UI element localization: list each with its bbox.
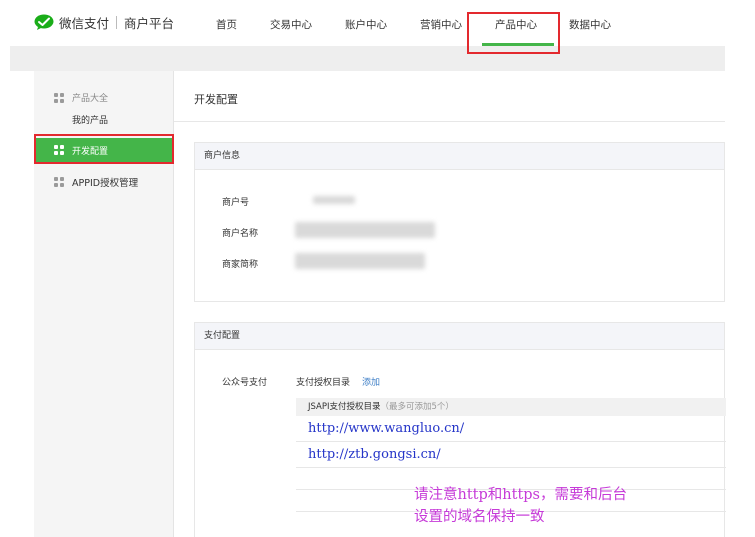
sidebar-item-appid-auth[interactable]: APPID授权管理 — [54, 175, 138, 189]
sidebar-item-dev-config[interactable]: 开发配置 — [34, 138, 174, 162]
nav-item-home[interactable]: 首页 — [216, 17, 237, 32]
brand-divider — [116, 15, 118, 29]
top-bar: 微信支付 商户平台 首页 交易中心 账户中心 营销中心 产品中心 数据中心 — [0, 0, 755, 46]
brand-logo[interactable]: 微信支付 商户平台 — [34, 12, 174, 32]
auth-dir-url: http://ztb.gongsi.cn/ — [308, 447, 441, 462]
title-divider — [174, 121, 725, 122]
panel-header: 商户信息 — [195, 143, 724, 170]
auth-dir-table-header: JSAPI支付授权目录（最多可添加5个） — [296, 398, 726, 416]
grid-icon — [54, 145, 64, 155]
redacted-merchant-short — [295, 253, 425, 269]
add-auth-dir-link[interactable]: 添加 — [362, 375, 380, 388]
official-account-pay-label: 公众号支付 — [222, 378, 268, 388]
header-divider-band — [10, 46, 725, 71]
merchant-info-panel: 商户信息 商户号 商户名称 商家简称 — [194, 142, 725, 302]
auth-dir-label: 支付授权目录 — [296, 378, 351, 388]
sidebar-item-label: APPID授权管理 — [72, 178, 139, 189]
main-content: 开发配置 商户信息 商户号 商户名称 商家简称 支付配置 公众号支付 支付授权目… — [174, 71, 726, 537]
nav-item-products[interactable]: 产品中心 — [495, 17, 537, 32]
annotation-line-2: 设置的域名保持一致 — [414, 509, 545, 525]
annotation-line-1: 请注意http和https，需要和后台 — [414, 487, 627, 503]
page-title: 开发配置 — [194, 93, 238, 106]
auth-dir-table-title: JSAPI支付授权目录 — [308, 402, 381, 412]
nav-item-account[interactable]: 账户中心 — [345, 17, 387, 32]
auth-dir-table-hint: （最多可添加5个） — [380, 402, 454, 412]
redacted-merchant-id — [313, 196, 355, 204]
auth-dir-row: http://www.wangluo.cn/ — [296, 416, 726, 442]
brand-subtitle: 商户平台 — [124, 15, 175, 31]
annotation-note: 请注意http和https，需要和后台 设置的域名保持一致 — [414, 484, 627, 528]
field-label-merchant-id: 商户号 — [222, 198, 250, 208]
auth-dir-row: http://ztb.gongsi.cn/ — [296, 442, 726, 468]
wechat-logo-icon — [34, 14, 54, 30]
brand-name: 微信支付 — [59, 15, 110, 31]
auth-dir-url: http://www.wangluo.cn/ — [308, 421, 465, 436]
nav-item-marketing[interactable]: 营销中心 — [420, 17, 462, 32]
grid-icon — [54, 177, 64, 187]
sidebar-item-label: 开发配置 — [72, 146, 109, 157]
field-label-merchant-name: 商户名称 — [222, 229, 259, 239]
sidebar-group-products: 产品大全 — [54, 91, 108, 104]
grid-icon — [54, 92, 64, 103]
sidebar: 产品大全 我的产品 开发配置 APPID授权管理 — [34, 71, 174, 537]
nav-item-data[interactable]: 数据中心 — [569, 17, 611, 32]
field-label-merchant-short: 商家简称 — [222, 260, 259, 270]
sidebar-item-my-products[interactable]: 我的产品 — [72, 113, 108, 126]
sidebar-group-label: 产品大全 — [72, 94, 109, 104]
redacted-merchant-name — [295, 222, 435, 238]
panel-header: 支付配置 — [195, 323, 724, 350]
nav-item-trade[interactable]: 交易中心 — [270, 17, 312, 32]
